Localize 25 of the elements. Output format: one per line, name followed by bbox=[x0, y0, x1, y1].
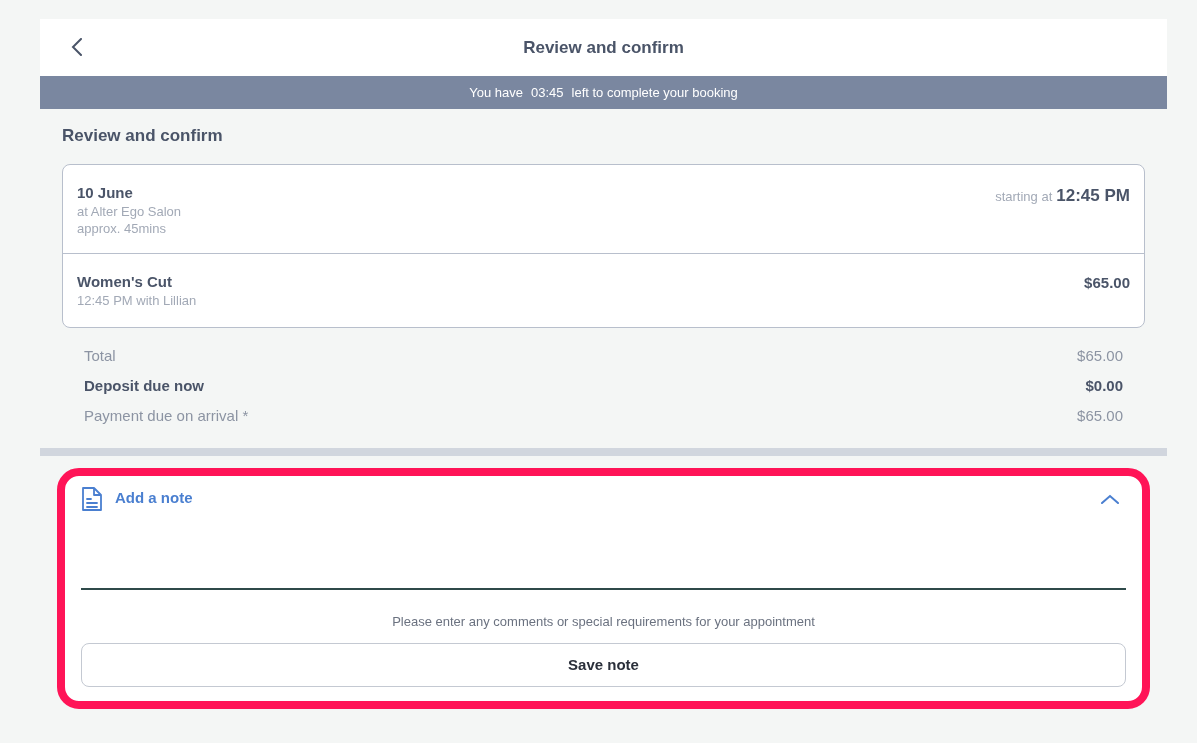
service-price: $65.00 bbox=[1084, 272, 1130, 293]
start-label: starting at bbox=[995, 187, 1053, 206]
total-label: Payment due on arrival * bbox=[84, 405, 249, 426]
total-value: $65.00 bbox=[1077, 405, 1123, 426]
timer-countdown: 03:45 bbox=[531, 83, 564, 102]
appointment-duration: approx. 45mins bbox=[77, 219, 167, 237]
save-note-button[interactable]: Save note bbox=[81, 643, 1126, 687]
chevron-up-icon bbox=[1101, 493, 1119, 504]
document-icon bbox=[81, 485, 103, 512]
timer-suffix: left to complete your booking bbox=[571, 83, 738, 102]
start-time: 12:45 PM bbox=[1056, 184, 1130, 207]
service-name: Women's Cut bbox=[77, 271, 173, 292]
total-label: Deposit due now bbox=[84, 375, 204, 396]
note-hint: Please enter any comments or special requirements for your appointment bbox=[391, 612, 816, 631]
back-chevron-icon bbox=[71, 38, 83, 56]
timer-prefix: You have bbox=[469, 83, 523, 102]
section-title: Review and confirm bbox=[62, 125, 224, 147]
service-detail: 12:45 PM with Lillian bbox=[77, 291, 197, 309]
total-value: $0.00 bbox=[1085, 375, 1123, 396]
page-title: Review and confirm bbox=[523, 36, 684, 59]
note-title[interactable]: Add a note bbox=[115, 487, 193, 510]
total-value: $65.00 bbox=[1077, 345, 1123, 366]
appointment-date: 10 June bbox=[77, 182, 134, 203]
total-label: Total bbox=[84, 345, 116, 366]
salon-location: at Alter Ego Salon bbox=[77, 202, 182, 220]
